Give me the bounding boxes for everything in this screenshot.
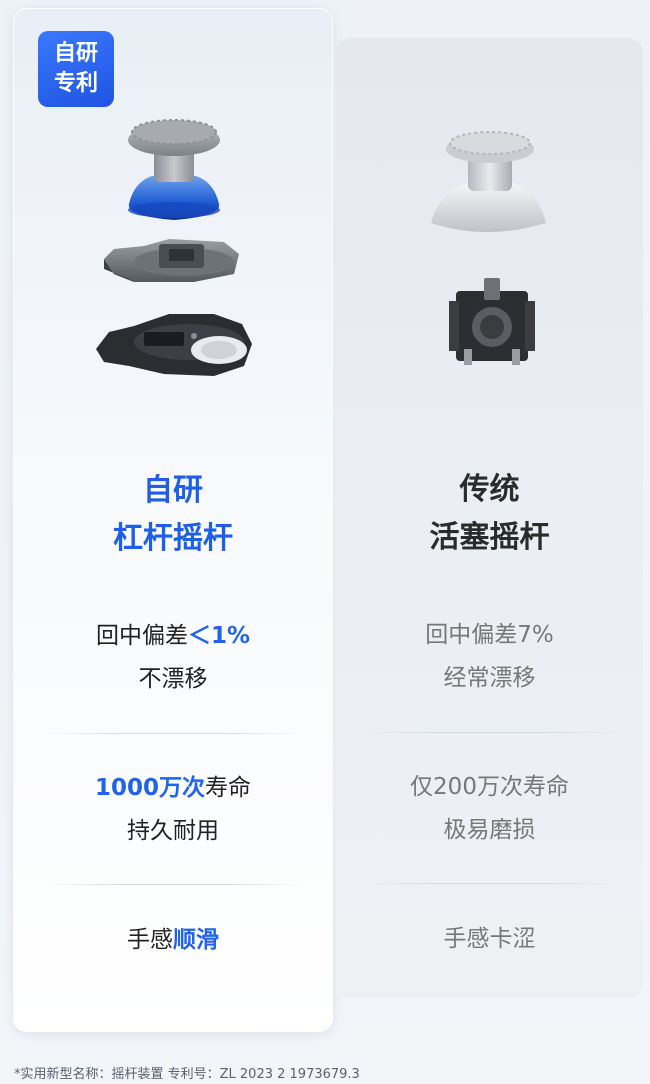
- piston-joystick-illustration: [431, 131, 546, 365]
- left-title-line-2: 杠杆摇杆: [113, 521, 233, 556]
- right-feature-centering: 回中偏差7% 经常漂移: [336, 614, 643, 700]
- left-f3-highlight: 顺滑: [173, 927, 219, 953]
- right-f2-line-1: 仅200万次寿命: [410, 774, 569, 800]
- left-title-line-1: 自研: [143, 473, 203, 508]
- left-feature-lifespan: 1000万次寿命 持久耐用: [14, 767, 332, 853]
- left-feature-centering: 回中偏差＜1% 不漂移: [14, 615, 332, 701]
- left-feature-feel: 手感顺滑: [14, 919, 332, 962]
- right-title-line-2: 活塞摇杆: [429, 520, 550, 555]
- divider: [358, 883, 622, 884]
- right-f1-line-2: 经常漂移: [443, 665, 536, 691]
- left-f1-prefix: 回中偏差: [95, 623, 188, 649]
- divider: [44, 733, 302, 734]
- badge-line-1: 自研: [53, 41, 98, 66]
- left-f2-line-2: 持久耐用: [127, 818, 219, 844]
- right-feature-lifespan: 仅200万次寿命 极易磨损: [336, 766, 643, 852]
- left-f2-highlight: 1000万次: [94, 775, 205, 801]
- right-f1-line-1: 回中偏差7%: [425, 622, 554, 648]
- divider: [358, 732, 622, 733]
- badge-line-2: 专利: [53, 71, 98, 96]
- right-feature-feel: 手感卡涩: [336, 918, 643, 961]
- traditional-joystick-card: 传统 活塞摇杆 回中偏差7% 经常漂移 仅200万次寿命 极易磨损 手感卡涩: [336, 38, 643, 998]
- left-title: 自研 杠杆摇杆: [14, 467, 332, 563]
- right-title-line-1: 传统: [459, 472, 520, 507]
- divider: [44, 884, 302, 885]
- left-f1-highlight: ＜1%: [187, 623, 251, 649]
- lever-joystick-illustration: [96, 119, 252, 376]
- patent-footnote: *实用新型名称：摇杆装置 专利号：ZL 2023 2 1973679.3: [14, 1067, 360, 1082]
- patent-badge: 自研 专利: [38, 31, 114, 107]
- self-developed-joystick-card: 自研 专利 自研 杠杆摇杆 回中偏差＜1% 不漂移 1000万次寿命 持久耐用 …: [13, 8, 333, 1032]
- left-f3-prefix: 手感: [127, 927, 173, 953]
- right-f3-line-1: 手感卡涩: [443, 926, 536, 952]
- right-title: 传统 活塞摇杆: [336, 466, 643, 562]
- left-f1-line-2: 不漂移: [138, 666, 208, 692]
- right-f2-line-2: 极易磨损: [443, 817, 536, 843]
- left-f2-suffix: 寿命: [205, 775, 251, 801]
